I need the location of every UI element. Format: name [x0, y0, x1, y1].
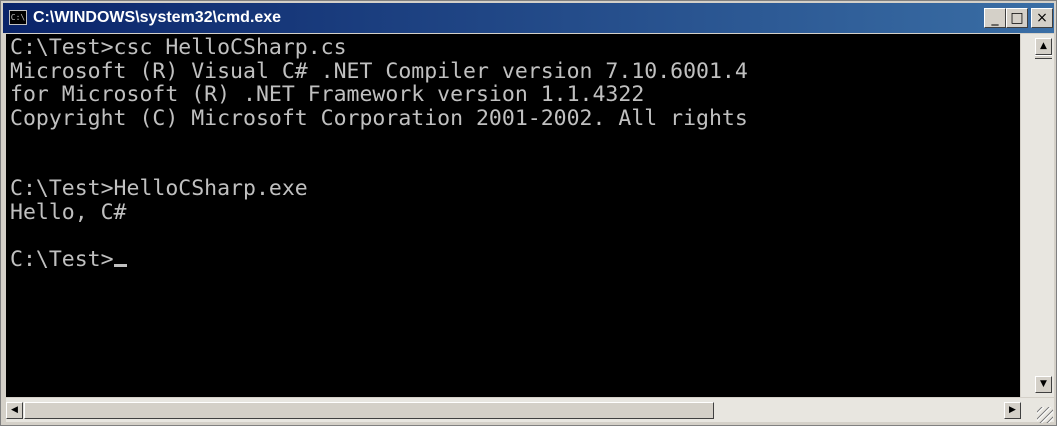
close-button[interactable]: ×	[1031, 8, 1053, 28]
cmd-window: C:\ C:\WINDOWS\system32\cmd.exe _ □ × C:…	[0, 0, 1057, 426]
vertical-scroll-thumb[interactable]	[1035, 55, 1052, 59]
scroll-left-arrow-icon[interactable]: ◀	[6, 402, 23, 419]
minimize-button[interactable]: _	[984, 8, 1006, 28]
resize-grip-icon[interactable]	[1037, 407, 1053, 423]
scroll-up-arrow-icon[interactable]: ▲	[1035, 38, 1052, 55]
title-bar[interactable]: C:\ C:\WINDOWS\system32\cmd.exe _ □ ×	[3, 3, 1054, 33]
console-line: C:\Test>csc HelloCSharp.cs	[10, 35, 347, 60]
console-line: for Microsoft (R) .NET Framework version…	[10, 82, 645, 107]
text-cursor	[113, 263, 127, 267]
vertical-scrollbar[interactable]: ▲ ▼	[1021, 34, 1054, 397]
console-line: C:\Test>HelloCSharp.exe	[10, 176, 308, 201]
cmd-icon[interactable]: C:\	[9, 10, 27, 25]
console-line: Microsoft (R) Visual C# .NET Compiler ve…	[10, 58, 748, 84]
horizontal-scrollbar[interactable]: ◀ ▶	[6, 398, 1054, 422]
console-prompt: C:\Test>	[10, 246, 114, 272]
horizontal-scroll-thumb[interactable]	[24, 402, 714, 419]
console-prompt-line[interactable]: C:\Test>	[10, 246, 1020, 272]
window-title: C:\WINDOWS\system32\cmd.exe	[33, 9, 282, 26]
console-line: Hello, C#	[10, 199, 127, 225]
console-line: Copyright (C) Microsoft Corporation 2001…	[10, 105, 748, 131]
maximize-button[interactable]: □	[1006, 8, 1028, 28]
scroll-down-arrow-icon[interactable]: ▼	[1035, 376, 1052, 393]
scroll-right-arrow-icon[interactable]: ▶	[1004, 402, 1021, 419]
console-output[interactable]: C:\Test>csc HelloCSharp.cs Microsoft (R)…	[6, 34, 1020, 397]
